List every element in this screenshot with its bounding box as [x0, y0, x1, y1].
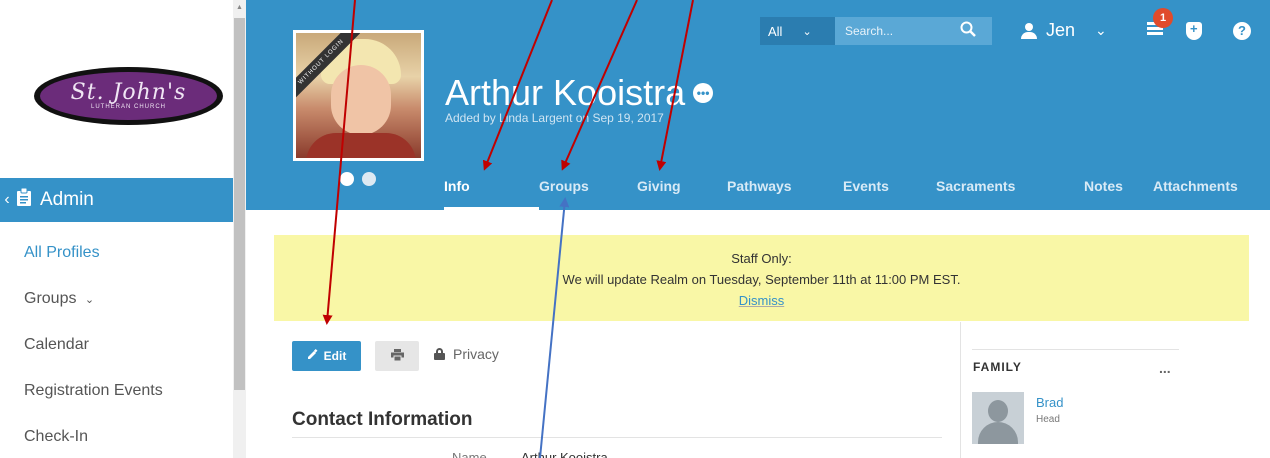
more-options-icon[interactable]: ••• [693, 83, 714, 103]
family-more-button[interactable]: ... [1159, 360, 1171, 376]
lock-icon [434, 348, 445, 360]
user-icon [1020, 22, 1038, 40]
shield-icon[interactable] [1186, 21, 1202, 40]
photo-face [331, 65, 391, 135]
sidebar-item-calendar[interactable]: Calendar [24, 322, 163, 368]
logo-oval: St. John's LUTHERAN CHURCH [34, 67, 223, 125]
pencil-icon [307, 349, 318, 363]
sidebar-item-registration-events[interactable]: Registration Events [24, 368, 163, 414]
sidebar-scrollbar[interactable]: ▲ [233, 0, 246, 458]
clipboard-icon [16, 187, 32, 212]
tab-events[interactable]: Events [843, 175, 936, 210]
staff-notice: Staff Only: We will update Realm on Tues… [274, 235, 1249, 321]
notice-message: We will update Realm on Tuesday, Septemb… [562, 272, 961, 287]
print-button[interactable] [375, 341, 419, 371]
added-by-text: Added by Linda Largent on Sep 19, 2017 [445, 111, 664, 125]
tab-giving[interactable]: Giving [637, 175, 727, 210]
tab-sacraments[interactable]: Sacraments [936, 175, 1084, 210]
photo-shirt [306, 133, 416, 158]
name-field-label: Name [452, 450, 487, 458]
scroll-up-icon[interactable]: ▲ [236, 4, 243, 11]
chevron-down-icon: ⌄ [802, 25, 812, 38]
admin-label: Admin [40, 189, 94, 210]
chevron-down-icon: ⌄ [84, 294, 95, 306]
profile-photo[interactable]: WITHOUT LOGIN [293, 30, 424, 161]
search-scope-value: All [768, 23, 783, 39]
notification-badge: 1 [1153, 8, 1173, 28]
printer-icon [390, 348, 404, 364]
logo-sub: LUTHERAN CHURCH [90, 104, 166, 110]
privacy-label: Privacy [453, 346, 499, 362]
edit-button[interactable]: Edit [292, 341, 361, 371]
admin-nav-header[interactable]: ‹ Admin [0, 178, 233, 222]
tab-attachments[interactable]: Attachments [1153, 175, 1245, 210]
divider [292, 437, 942, 438]
section-title-family: FAMILY [973, 360, 1022, 374]
family-member-name[interactable]: Brad [1036, 395, 1063, 410]
chevron-down-icon: ⌄ [1095, 22, 1107, 38]
page-title: Arthur Kooistra ••• [445, 72, 714, 114]
dismiss-link[interactable]: Dismiss [274, 290, 1249, 311]
help-icon[interactable]: ? [1233, 22, 1251, 40]
sidebar-nav: All Profiles Groups ⌄ Calendar Registrat… [24, 230, 163, 458]
profile-photo-image: WITHOUT LOGIN [296, 33, 421, 158]
family-member-role: Head [1036, 414, 1060, 425]
sidebar-item-all-profiles[interactable]: All Profiles [24, 230, 163, 276]
privacy-link[interactable]: Privacy [434, 346, 499, 362]
carousel-dot[interactable] [362, 172, 376, 186]
notice-title: Staff Only: [731, 251, 792, 266]
user-name: Jen [1046, 20, 1076, 40]
tab-info[interactable]: Info [444, 175, 539, 210]
user-menu[interactable]: Jen ⌄ [1020, 20, 1107, 41]
profile-tabs: Info Groups Giving Pathways Events Sacra… [444, 175, 1245, 210]
tab-groups[interactable]: Groups [539, 175, 637, 210]
search-icon[interactable] [960, 21, 976, 42]
photo-carousel-dots [340, 172, 376, 186]
tab-notes[interactable]: Notes [1084, 175, 1153, 210]
search-bar: All ⌄ [760, 17, 992, 45]
scroll-thumb[interactable] [234, 18, 245, 390]
column-divider [960, 322, 961, 458]
sidebar-item-check-in[interactable]: Check-In [24, 414, 163, 458]
avatar[interactable] [972, 392, 1024, 444]
church-logo[interactable]: St. John's LUTHERAN CHURCH [34, 67, 223, 125]
chevron-left-icon[interactable]: ‹ [0, 191, 14, 209]
section-title-contact: Contact Information [292, 409, 473, 430]
sidebar-item-label: Groups [24, 290, 77, 307]
carousel-dot[interactable] [340, 172, 354, 186]
sidebar: St. John's LUTHERAN CHURCH ‹ Admin All P… [0, 0, 233, 458]
person-name: Arthur Kooistra [445, 72, 686, 113]
divider [972, 349, 1179, 350]
logo-inner: St. John's LUTHERAN CHURCH [40, 72, 217, 120]
edit-label: Edit [323, 349, 347, 363]
tab-pathways[interactable]: Pathways [727, 175, 843, 210]
logo-script: St. John's [70, 80, 187, 105]
name-field-value: Arthur Kooistra [521, 450, 608, 458]
sidebar-item-groups[interactable]: Groups ⌄ [24, 276, 163, 322]
search-scope-select[interactable]: All ⌄ [760, 17, 835, 45]
